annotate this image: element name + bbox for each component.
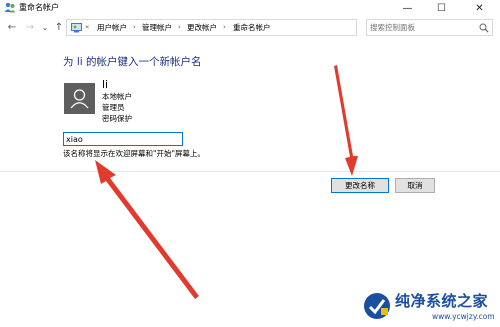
cancel-button[interactable]: 取消 [395, 178, 435, 193]
watermark-title: 纯净系统之家 [395, 292, 489, 310]
control-panel-icon [71, 23, 82, 33]
page-heading: 为 li 的帐户键入一个新帐户名 [63, 56, 202, 68]
change-name-button[interactable]: 更改名称 [331, 178, 389, 193]
name-hint-text: 该名称将显示在欢迎屏幕和"开始"屏幕上。 [63, 149, 205, 158]
divider [0, 171, 500, 172]
title-bar: 重命名帐户 — ☐ ✕ [0, 0, 500, 16]
back-arrow-icon: ← [7, 22, 17, 33]
user-silhouette-icon [70, 89, 89, 109]
search-box[interactable] [366, 19, 493, 36]
breadcrumb-separator[interactable]: › [178, 22, 181, 33]
site-watermark: 纯净系统之家 www.ycwjzy.com [360, 288, 500, 327]
chevron-down-icon: ⌄ [41, 23, 49, 32]
breadcrumb-rename-account[interactable]: 重命名帐户 [233, 22, 271, 33]
password-status: 密码保护 [102, 114, 132, 123]
breadcrumb-overflow[interactable]: « [85, 22, 89, 33]
navigation-bar: ← → ⌄ ↑ « 用户帐户 › 管理帐户 › 更改帐户 › 重命名帐户 ⌄ ↻ [0, 17, 500, 39]
annotation-arrows [95, 65, 358, 299]
recent-locations-button[interactable]: ⌄ [39, 21, 51, 34]
minimize-button[interactable]: — [394, 0, 421, 16]
new-account-name-input[interactable] [63, 132, 183, 146]
maximize-icon: ☐ [437, 2, 446, 14]
forward-button[interactable]: → [24, 21, 36, 34]
account-type: 本地帐户 [102, 92, 132, 101]
minimize-icon: — [402, 2, 413, 14]
window-title: 重命名帐户 [19, 3, 59, 12]
watermark-logo-icon [364, 293, 390, 319]
arrow-to-rename-button [334, 65, 358, 176]
up-button[interactable]: ↑ [53, 21, 65, 34]
rename-account-window: 重命名帐户 — ☐ ✕ ← → ⌄ ↑ « 用户帐户 › 管理帐户 › 更改帐户… [0, 0, 500, 327]
back-button[interactable]: ← [6, 21, 18, 34]
account-role: 管理员 [102, 103, 125, 112]
up-arrow-icon: ↑ [54, 22, 64, 33]
close-button[interactable]: ✕ [466, 0, 493, 16]
breadcrumb-change-account[interactable]: 更改帐户 [187, 22, 217, 33]
close-icon: ✕ [475, 2, 484, 14]
search-input[interactable] [370, 21, 475, 34]
arrow-to-input [95, 160, 199, 299]
breadcrumb-separator[interactable]: › [223, 22, 226, 33]
watermark-url: www.ycwjzy.com [432, 312, 495, 321]
breadcrumb-manage-accounts[interactable]: 管理帐户 [142, 22, 172, 33]
avatar [64, 83, 95, 114]
breadcrumb-separator[interactable]: › [133, 22, 136, 33]
account-name: li [102, 78, 109, 91]
user-accounts-icon [4, 2, 16, 13]
breadcrumb-user-accounts[interactable]: 用户帐户 [97, 22, 127, 33]
address-box[interactable]: « 用户帐户 › 管理帐户 › 更改帐户 › 重命名帐户 ⌄ ↻ [66, 19, 420, 36]
maximize-button[interactable]: ☐ [428, 0, 455, 16]
search-icon[interactable] [479, 23, 489, 33]
forward-arrow-icon: → [25, 22, 35, 33]
